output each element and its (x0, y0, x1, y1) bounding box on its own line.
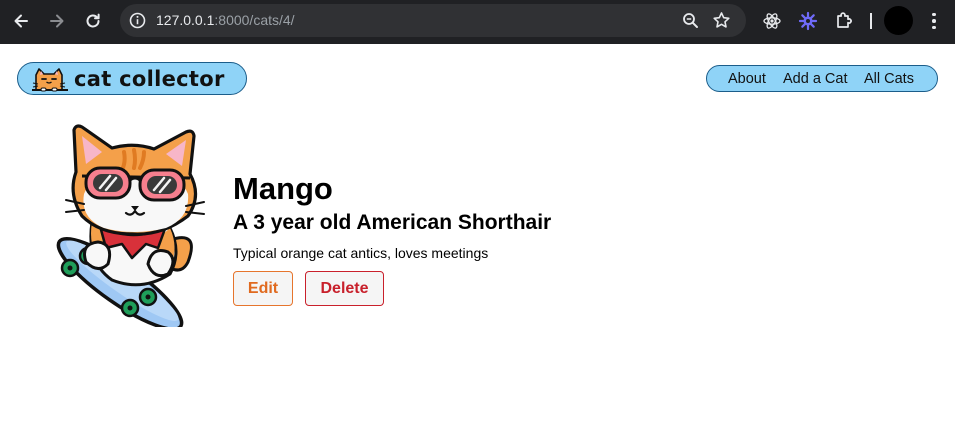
reload-button[interactable] (82, 10, 104, 32)
forward-button[interactable] (46, 10, 68, 32)
nav-link-add-cat[interactable]: Add a Cat (783, 71, 848, 88)
main-nav: About Add a Cat All Cats (706, 65, 938, 92)
info-icon (129, 12, 146, 29)
url-text: 127.0.0.1:8000/cats/4/ (156, 12, 295, 29)
kebab-menu-icon[interactable] (925, 10, 943, 32)
url-host: 127.0.0.1 (156, 12, 215, 28)
zoom-button[interactable] (681, 11, 700, 30)
arrow-right-icon (50, 14, 64, 28)
nav-link-all-cats[interactable]: All Cats (864, 71, 914, 88)
cat-description: Typical orange cat antics, loves meeting… (233, 245, 489, 261)
react-devtools-extension[interactable] (761, 10, 783, 32)
skateboard-cat-illustration (56, 124, 205, 327)
delete-button[interactable]: Delete (305, 271, 384, 306)
back-button[interactable] (10, 10, 32, 32)
star-icon (713, 12, 730, 28)
react-icon (763, 13, 781, 29)
edit-button[interactable]: Edit (233, 271, 293, 306)
extensions-menu-button[interactable] (833, 10, 855, 32)
profile-avatar[interactable] (884, 6, 913, 35)
browser-toolbar: 127.0.0.1:8000/cats/4/ (0, 0, 955, 44)
site-logo-link[interactable]: cat collector (17, 62, 247, 95)
arrow-left-icon (14, 14, 28, 28)
address-bar[interactable]: 127.0.0.1:8000/cats/4/ (120, 4, 746, 37)
nav-link-about[interactable]: About (728, 71, 766, 88)
puzzle-icon (837, 12, 852, 28)
url-path: :8000/cats/4/ (214, 12, 295, 28)
gear-burst-icon (798, 11, 818, 31)
zoom-icon (683, 13, 698, 28)
extension-button[interactable] (797, 10, 819, 32)
site-info-button[interactable] (128, 11, 147, 30)
toolbar-divider (870, 13, 872, 29)
cat-name: Mango (233, 171, 333, 206)
reload-icon (86, 13, 100, 28)
bookmark-button[interactable] (712, 11, 731, 30)
logo-text: cat collector (74, 67, 225, 91)
cat-logo-icon (32, 68, 68, 92)
cat-summary: A 3 year old American Shorthair (233, 211, 552, 234)
